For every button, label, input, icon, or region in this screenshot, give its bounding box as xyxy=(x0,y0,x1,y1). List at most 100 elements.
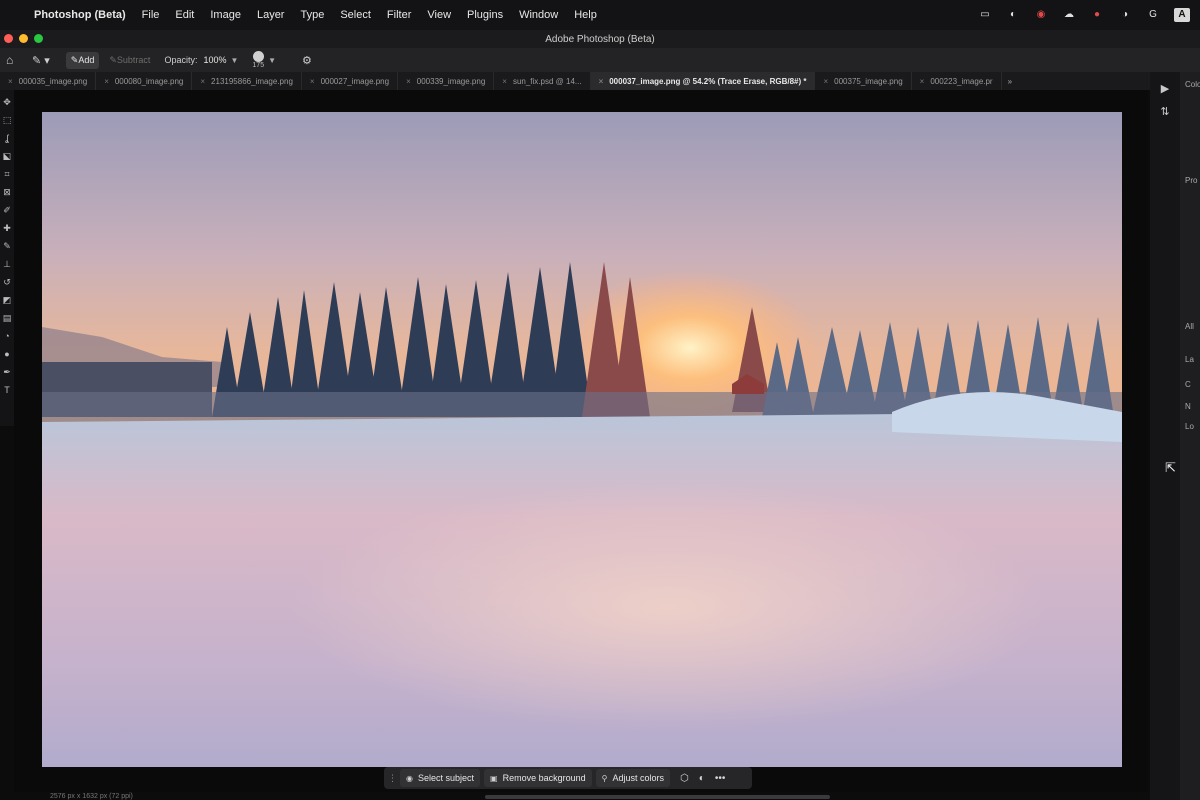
tab-label: 000375_image.png xyxy=(834,76,903,86)
lasso-tool-icon[interactable]: ʆ xyxy=(2,132,12,145)
frame-tool-icon[interactable]: ⊠ xyxy=(2,186,12,199)
menu-view[interactable]: View xyxy=(427,9,451,21)
add-button[interactable]: ✎Add xyxy=(65,51,100,69)
close-window-button[interactable] xyxy=(4,34,13,43)
close-tab-icon[interactable]: × xyxy=(104,77,109,86)
menu-window[interactable]: Window xyxy=(519,9,558,21)
select-subject-button[interactable]: ◉ Select subject xyxy=(400,769,481,787)
adjust-colors-button[interactable]: ⚲ Adjust colors xyxy=(595,769,671,787)
subtract-button[interactable]: ✎Subtract xyxy=(109,55,150,66)
brush-chevron-icon[interactable]: ▼ xyxy=(268,56,276,65)
menu-type[interactable]: Type xyxy=(300,9,324,21)
remove-tool-icon[interactable]: ✎ ▾ xyxy=(32,54,50,67)
cloud-icon[interactable]: ☁ xyxy=(1062,8,1076,22)
contrast-icon[interactable]: ◐ xyxy=(699,773,705,784)
minimize-window-button[interactable] xyxy=(19,34,28,43)
menu-help[interactable]: Help xyxy=(574,9,597,21)
crop-tool-icon[interactable]: ⌗ xyxy=(2,168,12,181)
status-icons: ▭ ◐ ◉ ☁ ● ◑ G A xyxy=(978,0,1190,30)
gradient-tool-icon[interactable]: ▤ xyxy=(2,312,12,325)
remove-background-button[interactable]: ▣ Remove background xyxy=(484,769,592,787)
opacity-chevron-icon[interactable]: ▼ xyxy=(230,56,238,65)
lock-label[interactable]: Lo xyxy=(1185,422,1194,431)
menu-plugins[interactable]: Plugins xyxy=(467,9,503,21)
layer-filter-label[interactable]: C xyxy=(1185,380,1191,389)
brush-size-picker[interactable]: 175 xyxy=(252,50,264,70)
all-label[interactable]: All xyxy=(1185,322,1194,331)
canvas-photo[interactable] xyxy=(42,112,1122,767)
pen-tool-icon[interactable]: ✒ xyxy=(2,366,12,379)
menu-edit[interactable]: Edit xyxy=(175,9,194,21)
blur-tool-icon[interactable]: ◔ xyxy=(2,330,12,343)
object-select-tool-icon[interactable]: ⬕ xyxy=(2,150,12,163)
menu-file[interactable]: File xyxy=(142,9,160,21)
menu-layer[interactable]: Layer xyxy=(257,9,285,21)
canvas-area[interactable] xyxy=(14,90,1163,792)
tab-label: 000027_image.png xyxy=(320,76,390,86)
tab-sun-fix[interactable]: × sun_fix.psd @ 14... xyxy=(494,72,591,90)
sync-icon[interactable]: ◐ xyxy=(1006,8,1020,22)
tab-label: 000339_image.png xyxy=(416,76,486,86)
gear-icon[interactable]: ⚙ xyxy=(302,54,312,67)
layers-panel-label[interactable]: La xyxy=(1185,355,1194,364)
marquee-tool-icon[interactable]: ⬚ xyxy=(2,114,12,127)
tab-000223[interactable]: × 000223_image.pr xyxy=(912,72,1002,90)
maximize-window-button[interactable] xyxy=(34,34,43,43)
close-tab-icon[interactable]: × xyxy=(599,77,604,86)
menu-image[interactable]: Image xyxy=(210,9,241,21)
close-tab-icon[interactable]: × xyxy=(502,77,507,86)
move-tool-icon[interactable]: ✥ xyxy=(2,96,12,109)
more-tabs-icon[interactable]: » xyxy=(1008,77,1012,86)
window-controls xyxy=(4,34,43,43)
adjust-colors-label: Adjust colors xyxy=(612,773,665,783)
close-tab-icon[interactable]: × xyxy=(8,77,13,86)
remove-background-label: Remove background xyxy=(502,773,586,783)
toggle-icon[interactable]: ◑ xyxy=(1118,8,1132,22)
tab-000339[interactable]: × 000339_image.png xyxy=(398,72,495,90)
tab-000375[interactable]: × 000375_image.png xyxy=(815,72,912,90)
record-icon[interactable]: ◉ xyxy=(1034,8,1048,22)
creative-cloud-icon[interactable]: ● xyxy=(1090,8,1104,22)
opacity-label: Opacity: xyxy=(164,55,198,65)
close-tab-icon[interactable]: × xyxy=(920,77,925,86)
close-tab-icon[interactable]: × xyxy=(310,77,315,86)
tab-000037-active[interactable]: × 000037_image.png @ 54.2% (Trace Erase, … xyxy=(590,72,816,90)
history-brush-tool-icon[interactable]: ↺ xyxy=(2,276,12,289)
tab-213195866[interactable]: × 213195866_image.png xyxy=(192,72,302,90)
close-tab-icon[interactable]: × xyxy=(823,77,828,86)
close-tab-icon[interactable]: × xyxy=(200,77,205,86)
stamp-tool-icon[interactable]: ⊥ xyxy=(2,258,12,271)
transform-icon[interactable]: ⬡ xyxy=(680,773,689,784)
opacity-input[interactable]: 100% xyxy=(203,55,226,65)
app-menu[interactable]: Photoshop (Beta) xyxy=(34,9,126,21)
menu-select[interactable]: Select xyxy=(340,9,371,21)
home-icon[interactable]: ⌂ xyxy=(6,53,18,67)
properties-panel-label[interactable]: Pro xyxy=(1185,176,1197,185)
drag-handle-icon[interactable]: ⋮ xyxy=(388,773,397,784)
play-icon[interactable]: ▶ xyxy=(1159,82,1171,95)
tab-000035[interactable]: × 000035_image.png xyxy=(0,72,97,90)
dodge-tool-icon[interactable]: ● xyxy=(2,348,12,361)
eyedropper-tool-icon[interactable]: ✐ xyxy=(2,204,12,217)
window-title: Adobe Photoshop (Beta) xyxy=(545,33,655,45)
healing-tool-icon[interactable]: ✚ xyxy=(2,222,12,235)
horizontal-scrollbar[interactable] xyxy=(485,795,830,799)
tab-000080[interactable]: × 000080_image.png xyxy=(96,72,193,90)
person-icon: ◉ xyxy=(406,773,413,783)
blend-mode-label[interactable]: N xyxy=(1185,402,1191,411)
close-tab-icon[interactable]: × xyxy=(406,77,411,86)
keyboard-a-icon[interactable]: A xyxy=(1174,8,1190,22)
menu-filter[interactable]: Filter xyxy=(387,9,411,21)
color-panel-label[interactable]: Colo xyxy=(1185,80,1200,89)
contextual-task-bar: ⋮ ◉ Select subject ▣ Remove background ⚲… xyxy=(384,767,752,789)
grammarly-icon[interactable]: G xyxy=(1146,8,1160,22)
swap-icon[interactable]: ⇅ xyxy=(1159,105,1171,118)
menu-bar: Photoshop (Beta) File Edit Image Layer T… xyxy=(0,0,1200,30)
more-options-button[interactable]: ••• xyxy=(715,773,726,784)
eraser-tool-icon[interactable]: ◩ xyxy=(2,294,12,307)
brush-tool-icon[interactable]: ✎ xyxy=(2,240,12,253)
display-icon[interactable]: ▭ xyxy=(978,8,992,22)
type-tool-icon[interactable]: T xyxy=(2,384,12,397)
image-icon: ▣ xyxy=(490,773,498,783)
tab-000027[interactable]: × 000027_image.png xyxy=(302,72,399,90)
